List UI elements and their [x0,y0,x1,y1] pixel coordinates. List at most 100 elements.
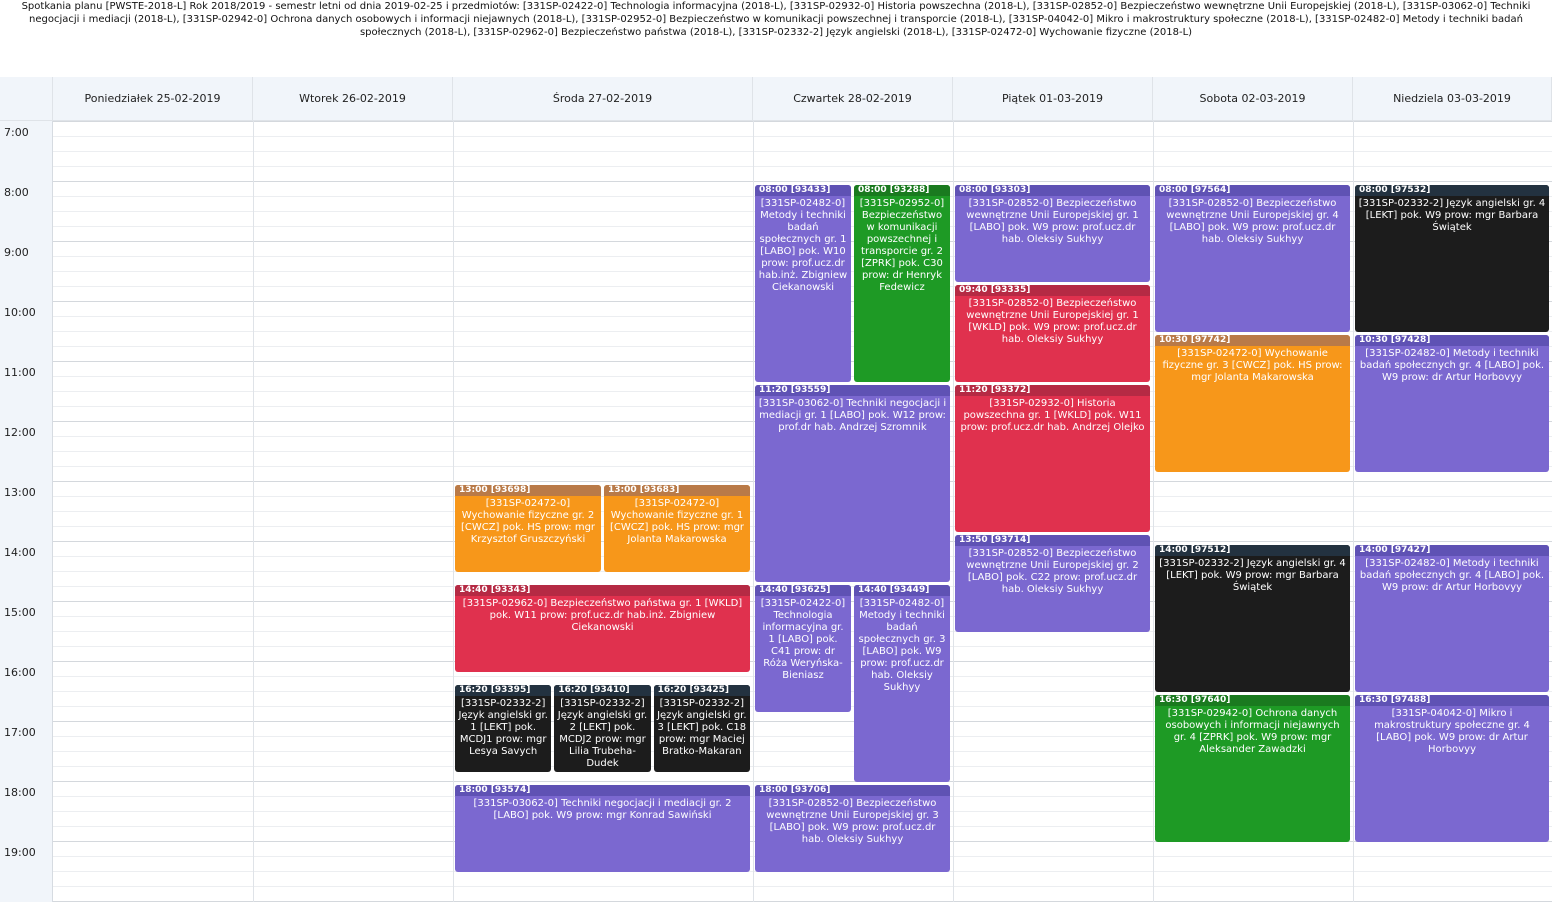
event-header: 14:40 [93449] [854,585,950,596]
event-description: [331SP-02852-0] Bezpieczeństwo wewnętrzn… [766,798,939,845]
event-header: 16:30 [97640] [1155,695,1350,706]
column-divider [453,121,454,902]
calendar-event[interactable]: 09:40 [93335] [331SP-02852-0] Bezpieczeńs… [955,285,1150,382]
quarter-gridline [53,166,1552,167]
event-header: 14:00 [97427] [1355,545,1549,556]
event-description: [331SP-02332-2] Język angielski gr. 4 [L… [1159,558,1346,593]
day-header[interactable]: Piątek 01-03-2019 [953,77,1153,121]
event-description: [331SP-02932-0] Historia powszechna gr. … [960,398,1145,433]
column-divider [1353,121,1354,902]
calendar-event[interactable]: 16:30 [97640] [331SP-02942-0] Ochrona dan… [1155,695,1350,842]
column-divider [953,121,954,902]
event-header: 13:00 [93683] [604,485,750,496]
event-header: 18:00 [93574] [455,785,750,796]
event-header: 16:20 [93410] [554,685,651,696]
column-divider [1153,121,1154,902]
day-header[interactable]: Wtorek 26-02-2019 [253,77,453,121]
quarter-gridline [53,151,1552,152]
calendar-event[interactable]: 10:30 [97742] [331SP-02472-0] Wychowanie … [1155,335,1350,472]
calendar-event[interactable]: 10:30 [97428] [331SP-02482-0] Metody i te… [1355,335,1549,472]
calendar-event[interactable]: 14:00 [97512] [331SP-02332-2] Język angie… [1155,545,1350,692]
hour-label: 16:00 [4,666,36,679]
calendar-event[interactable]: 16:20 [93410] [331SP-02332-2] Język angie… [554,685,651,772]
hour-gridline [53,181,1552,182]
calendar-event[interactable]: 16:30 [97488] [331SP-04042-0] Mikro i mak… [1355,695,1549,842]
day-header[interactable]: Środa 27-02-2019 [453,77,753,121]
event-header: 14:40 [93625] [755,585,851,596]
hour-label: 11:00 [4,366,36,379]
calendar-event[interactable]: 14:40 [93625] [331SP-02422-0] Technologia… [755,585,851,712]
calendar-event[interactable]: 11:20 [93372] [331SP-02932-0] Historia po… [955,385,1150,532]
calendar-event[interactable]: 08:00 [97532] [331SP-02332-2] Język angie… [1355,185,1549,332]
event-header: 14:40 [93343] [455,585,750,596]
day-header[interactable]: Niedziela 03-03-2019 [1353,77,1552,121]
event-description: [331SP-02422-0] Technologia informacyjna… [760,598,846,681]
quarter-gridline [53,886,1552,887]
event-header: 11:20 [93372] [955,385,1150,396]
calendar-event[interactable]: 14:00 [97427] [331SP-02482-0] Metody i te… [1355,545,1549,692]
time-column: 7:00 8:00 9:00 10:00 11:00 12:00 13:00 14:00 15:… [0,121,53,902]
calendar-event[interactable]: 16:20 [93425] [331SP-02332-2] Język angie… [653,685,750,772]
calendar-event[interactable]: 08:00 [93433] [331SP-02482-0] Metody i te… [755,185,851,382]
event-description: [331SP-02482-0] Metody i techniki badań … [1359,558,1545,593]
hour-label: 13:00 [4,486,36,499]
calendar-event[interactable]: 16:20 [93395] [331SP-02332-2] Język angie… [455,685,552,772]
event-description: [331SP-02472-0] Wychowanie fizyczne gr. … [460,498,596,545]
calendar-event[interactable]: 08:00 [93303] [331SP-02852-0] Bezpieczeńs… [955,185,1150,282]
calendar-event[interactable]: 13:00 [93683] [331SP-02472-0] Wychowanie … [604,485,750,572]
hour-label: 10:00 [4,306,36,319]
event-header: 16:30 [97488] [1355,695,1549,706]
calendar-event[interactable]: 14:40 [93343] [331SP-02962-0] Bezpieczeńs… [455,585,750,672]
hour-label: 9:00 [4,246,29,259]
event-description: [331SP-02852-0] Bezpieczeństwo wewnętrzn… [966,548,1139,595]
event-header: 08:00 [97532] [1355,185,1549,196]
event-description: [331SP-02332-2] Język angielski gr. 2 [L… [557,698,648,769]
event-description: [331SP-02942-0] Ochrona danych osobowych… [1165,708,1340,755]
event-description: [331SP-02332-2] Język angielski gr. 4 [L… [1358,198,1546,233]
event-header: 10:30 [97428] [1355,335,1549,346]
event-header: 13:50 [93714] [955,535,1150,546]
event-header: 09:40 [93335] [955,285,1150,296]
day-header[interactable]: Czwartek 28-02-2019 [753,77,953,121]
day-header[interactable]: Sobota 02-03-2019 [1153,77,1353,121]
event-description: [331SP-02852-0] Bezpieczeństwo wewnętrzn… [966,298,1139,345]
calendar-event[interactable]: 14:40 [93449] [331SP-02482-0] Metody i te… [854,585,950,782]
event-description: [331SP-02852-0] Bezpieczeństwo wewnętrzn… [1166,198,1339,245]
event-description: [331SP-02332-2] Język angielski gr. 3 [L… [657,698,747,757]
event-description: [331SP-02332-2] Język angielski gr. 1 [L… [458,698,548,757]
hour-label: 19:00 [4,846,36,859]
calendar-event[interactable]: 18:00 [93706] [331SP-02852-0] Bezpieczeńs… [755,785,950,872]
day-header[interactable]: Poniedziałek 25-02-2019 [53,77,253,121]
event-description: [331SP-03062-0] Techniki negocjacji i me… [758,398,947,433]
event-header: 14:00 [97512] [1155,545,1350,556]
calendar: 7:00 8:00 9:00 10:00 11:00 12:00 13:00 14:00 15:… [0,77,1552,902]
hour-label: 18:00 [4,786,36,799]
event-header: 16:20 [93425] [653,685,750,696]
event-description: [331SP-03062-0] Techniki negocjacji i me… [473,798,732,821]
event-header: 11:20 [93559] [755,385,950,396]
column-divider [753,121,754,902]
calendar-event[interactable]: 13:50 [93714] [331SP-02852-0] Bezpieczeńs… [955,535,1150,632]
event-header: 18:00 [93706] [755,785,950,796]
event-header: 16:20 [93395] [455,685,552,696]
column-divider [253,121,254,902]
hour-label: 8:00 [4,186,29,199]
quarter-gridline [53,136,1552,137]
event-description: [331SP-02472-0] Wychowanie fizyczne gr. … [1162,348,1343,383]
hour-label: 17:00 [4,726,36,739]
calendar-event[interactable]: 08:00 [93288] [331SP-02952-0] Bezpieczeńs… [854,185,950,382]
hour-label: 14:00 [4,546,36,559]
calendar-event[interactable]: 18:00 [93574] [331SP-03062-0] Techniki ne… [455,785,750,872]
hour-gridline [53,121,1552,122]
calendar-corner [0,77,53,121]
event-header: 08:00 [93303] [955,185,1150,196]
event-description: [331SP-02482-0] Metody i techniki badań … [1359,348,1545,383]
calendar-event[interactable]: 11:20 [93559] [331SP-03062-0] Techniki ne… [755,385,950,582]
hour-label: 7:00 [4,126,29,139]
event-description: [331SP-02472-0] Wychowanie fizyczne gr. … [609,498,745,545]
calendar-event[interactable]: 08:00 [97564] [331SP-02852-0] Bezpieczeńs… [1155,185,1350,332]
event-header: 08:00 [97564] [1155,185,1350,196]
event-description: [331SP-02952-0] Bezpieczeństwo w komunik… [859,198,945,293]
calendar-event[interactable]: 13:00 [93698] [331SP-02472-0] Wychowanie … [455,485,601,572]
event-header: 13:00 [93698] [455,485,601,496]
